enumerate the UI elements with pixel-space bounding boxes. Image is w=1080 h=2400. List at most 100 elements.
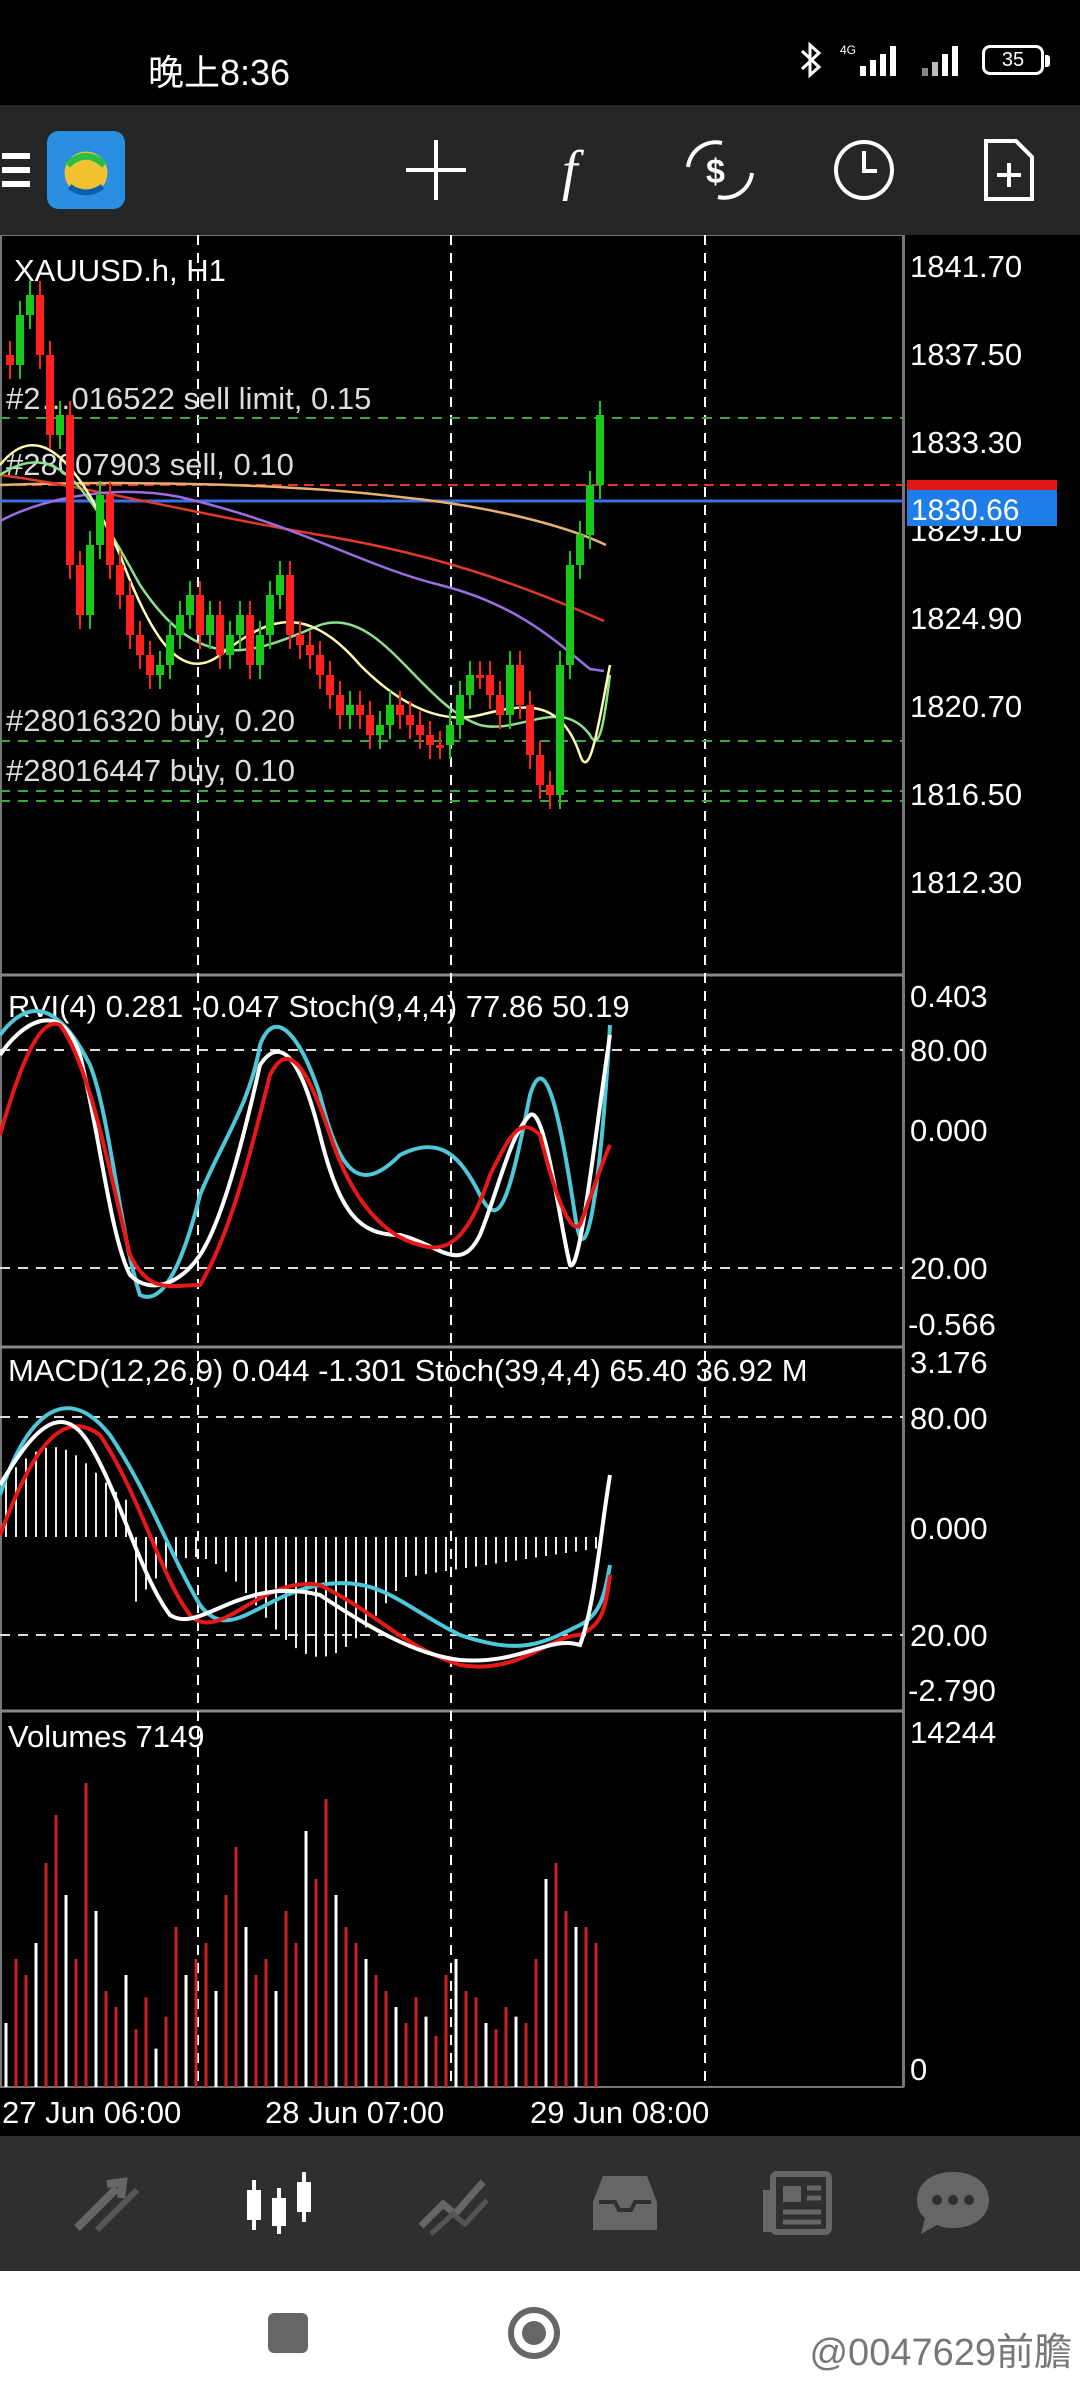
- candle-body: [486, 675, 494, 695]
- candle-body: [446, 725, 454, 745]
- price-label: 1820.70: [910, 689, 1022, 724]
- candle-body: [456, 695, 464, 725]
- history-icon[interactable]: [580, 2158, 670, 2248]
- candle-body: [26, 295, 34, 315]
- candle-body: [546, 785, 554, 795]
- macd-axis: 3.176 80.00 0.000 20.00 -2.790: [908, 1345, 996, 1708]
- candle-body: [406, 715, 414, 725]
- candle-body: [316, 655, 324, 675]
- hamburger-icon[interactable]: [0, 130, 52, 210]
- price-label: 1841.70: [910, 249, 1022, 284]
- cell-signal-2-icon: [922, 46, 958, 76]
- chart-canvas[interactable]: XAUUSD.h, H1 1841.701837.501833.301829.1…: [0, 235, 1080, 2135]
- macd-histogram: [5, 1447, 597, 1657]
- candle-body: [196, 595, 204, 635]
- candle-body: [136, 635, 144, 655]
- candle-body: [296, 635, 304, 645]
- candle-body: [36, 295, 44, 355]
- candle-body: [556, 665, 564, 795]
- order-label-buy-2[interactable]: #28016447 buy, 0.10: [6, 753, 295, 788]
- chart-icon[interactable]: [234, 2158, 324, 2248]
- candle-body: [336, 695, 344, 715]
- candle-body: [466, 675, 474, 695]
- price-label: 1837.50: [910, 337, 1022, 372]
- candle-body: [476, 675, 484, 678]
- metatrader-app-icon[interactable]: [46, 130, 126, 210]
- volume-axis: 14244 0: [910, 1715, 996, 2087]
- bottom-navigation: [0, 2136, 1080, 2271]
- timeframe-icon[interactable]: [824, 130, 904, 210]
- rvi-label: 80.00: [910, 1033, 988, 1068]
- candle-body: [596, 415, 604, 485]
- cell-signal-icon: 4G: [840, 43, 896, 76]
- candle-body: [236, 615, 244, 635]
- macd-label: 0.000: [910, 1511, 988, 1546]
- candle-body: [76, 565, 84, 615]
- function-icon[interactable]: f: [538, 130, 618, 210]
- chart-toolbar: f $: [0, 105, 1080, 235]
- candle-body: [376, 725, 384, 735]
- price-axis: 1841.701837.501833.301829.101824.901820.…: [910, 249, 1022, 900]
- new-order-icon[interactable]: [968, 130, 1048, 210]
- rvi-label: 0.403: [910, 979, 988, 1014]
- price-label: 1824.90: [910, 601, 1022, 636]
- svg-text:4G: 4G: [840, 43, 856, 57]
- rvi-label: 0.000: [910, 1113, 988, 1148]
- quotes-icon[interactable]: [62, 2158, 152, 2248]
- bluetooth-icon: [800, 41, 822, 79]
- battery-icon: 35: [982, 45, 1050, 75]
- news-icon[interactable]: [754, 2158, 844, 2248]
- candle-body: [346, 705, 354, 715]
- candle-body: [56, 415, 64, 435]
- price-label: 1812.30: [910, 865, 1022, 900]
- candle-body: [286, 575, 294, 635]
- chart-area[interactable]: XAUUSD.h, H1 1841.70 1837.50 1833.30 1829.1…: [0, 235, 1080, 2135]
- candle-body: [576, 535, 584, 565]
- messages-icon[interactable]: [908, 2158, 998, 2248]
- candle-body: [106, 495, 114, 565]
- rvi-axis: 0.403 80.00 0.000 20.00 -0.566: [908, 979, 996, 1342]
- rvi-title: RVI(4) 0.281 -0.047 Stoch(9,4,4) 77.86 5…: [8, 989, 630, 1024]
- battery-level: 35: [1001, 48, 1025, 71]
- crosshair-icon[interactable]: [396, 130, 476, 210]
- candle-body: [156, 665, 164, 675]
- candle-body: [356, 705, 364, 715]
- candle-body: [176, 615, 184, 635]
- current-price: 1830.66: [911, 494, 1019, 527]
- candle-body: [186, 595, 194, 615]
- candle-body: [16, 315, 24, 365]
- macd-label: 3.176: [910, 1345, 988, 1380]
- candle-body: [566, 565, 574, 665]
- time-axis: 27 Jun 06:00 28 Jun 07:00 29 Jun 08:00: [2, 2095, 709, 2130]
- candle-body: [416, 725, 424, 735]
- time-label: 29 Jun 08:00: [530, 2095, 709, 2130]
- volumes-title: Volumes 7149: [8, 1719, 204, 1754]
- candle-body: [526, 705, 534, 755]
- symbol-icon[interactable]: $: [680, 130, 760, 210]
- candle-body: [216, 615, 224, 655]
- period-separators: [197, 235, 706, 2087]
- macd-label: 80.00: [910, 1401, 988, 1436]
- candle-body: [206, 615, 214, 635]
- recents-button[interactable]: [268, 2313, 308, 2353]
- candle-body: [496, 695, 504, 715]
- candle-body: [6, 355, 14, 365]
- system-navigation-bar: @0047629前膽: [0, 2271, 1080, 2400]
- candle-body: [86, 545, 94, 615]
- trade-icon[interactable]: [408, 2158, 498, 2248]
- candle-body: [226, 635, 234, 655]
- home-button[interactable]: [508, 2307, 560, 2359]
- candle-body: [246, 615, 254, 665]
- candle-body: [436, 745, 444, 748]
- macd-label: 20.00: [910, 1618, 988, 1653]
- candle-body: [396, 705, 404, 715]
- candle-body: [586, 485, 594, 535]
- candle-body: [96, 495, 104, 545]
- rvi-label: 20.00: [910, 1251, 988, 1286]
- candle-body: [326, 675, 334, 695]
- rvi-lines: [0, 1009, 612, 1299]
- candle-body: [116, 565, 124, 595]
- volume-bars: [4, 1783, 598, 2087]
- svg-text:f: f: [562, 140, 585, 202]
- order-label-buy-1[interactable]: #28016320 buy, 0.20: [6, 703, 295, 738]
